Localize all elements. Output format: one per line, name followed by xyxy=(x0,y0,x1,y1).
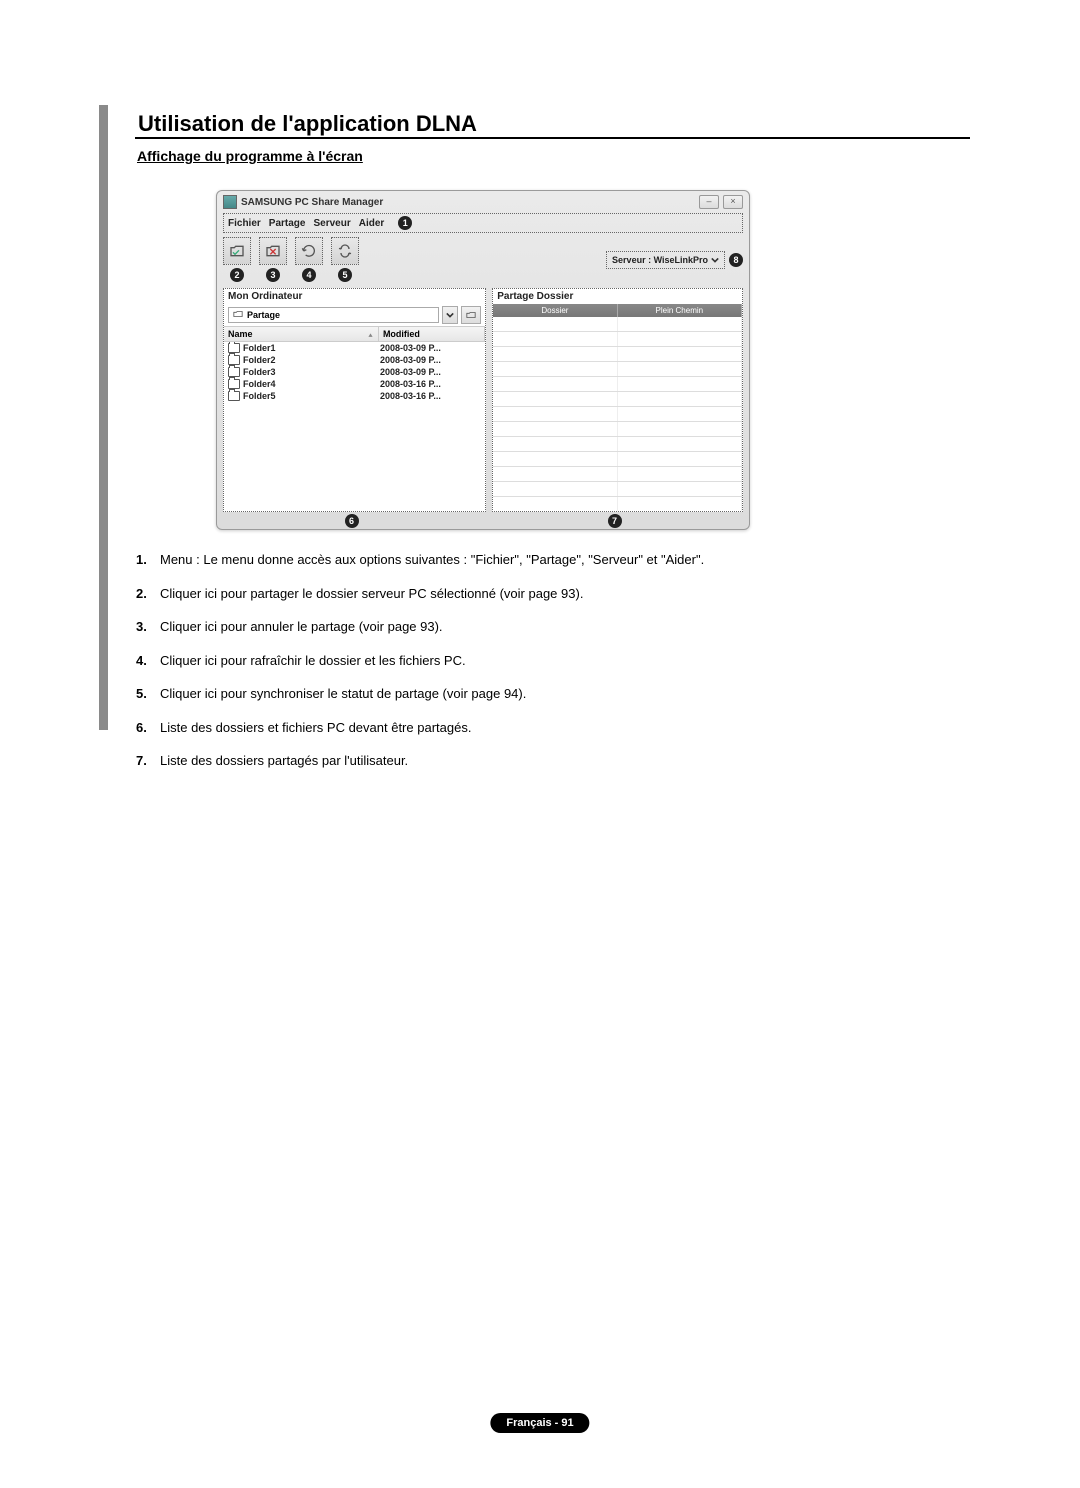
server-selector[interactable]: Serveur : WiseLinkPro xyxy=(606,251,725,269)
share-folder-button[interactable] xyxy=(223,237,251,265)
folder-list: Folder12008-03-09 P... Folder22008-03-09… xyxy=(224,342,485,511)
server-label: Serveur : WiseLinkPro xyxy=(612,255,708,265)
page-footer: Français - 91 xyxy=(490,1413,589,1433)
legend-list: 1.Menu : Le menu donne accès aux options… xyxy=(136,550,936,785)
folder-icon xyxy=(228,391,240,401)
table-row xyxy=(493,347,742,362)
share-folder-title: Partage Dossier xyxy=(493,289,742,304)
sync-button[interactable] xyxy=(331,237,359,265)
callout-5: 5 xyxy=(338,268,352,282)
legend-num: 4. xyxy=(136,651,160,671)
col-dossier[interactable]: Dossier xyxy=(493,304,617,317)
table-row xyxy=(493,362,742,377)
callout-2: 2 xyxy=(230,268,244,282)
my-computer-title: Mon Ordinateur xyxy=(224,289,485,304)
table-row xyxy=(493,452,742,467)
folder-open-icon xyxy=(233,309,243,321)
app-icon xyxy=(223,195,237,209)
dropdown-button[interactable] xyxy=(442,306,458,324)
table-row xyxy=(493,392,742,407)
share-table-body xyxy=(493,317,742,512)
col-modified-header[interactable]: Modified xyxy=(379,327,485,341)
table-row xyxy=(493,437,742,452)
callout-1: 1 xyxy=(398,216,412,230)
unshare-folder-button[interactable] xyxy=(259,237,287,265)
legend-text: Liste des dossiers et fichiers PC devant… xyxy=(160,718,936,738)
share-table-header: Dossier Plein Chemin xyxy=(493,304,742,317)
table-row xyxy=(493,482,742,497)
callout-8: 8 xyxy=(729,253,743,267)
list-item[interactable]: Folder42008-03-16 P... xyxy=(224,378,485,390)
list-item[interactable]: Folder22008-03-09 P... xyxy=(224,354,485,366)
menubar: Fichier Partage Serveur Aider 1 xyxy=(223,213,743,233)
title-rule xyxy=(135,137,970,139)
page-title: Utilisation de l'application DLNA xyxy=(138,111,477,137)
col-name-header[interactable]: Name xyxy=(224,327,379,341)
legend-num: 7. xyxy=(136,751,160,771)
partage-label: Partage xyxy=(247,310,280,320)
folder-icon xyxy=(228,343,240,353)
table-row xyxy=(493,407,742,422)
legend-text: Menu : Le menu donne accès aux options s… xyxy=(160,550,936,570)
folder-icon xyxy=(228,367,240,377)
list-item[interactable]: Folder52008-03-16 P... xyxy=(224,390,485,402)
col-plein-chemin[interactable]: Plein Chemin xyxy=(618,304,742,317)
table-row xyxy=(493,497,742,512)
callout-4: 4 xyxy=(302,268,316,282)
legend-text: Cliquer ici pour annuler le partage (voi… xyxy=(160,617,936,637)
legend-num: 3. xyxy=(136,617,160,637)
folder-up-button[interactable] xyxy=(461,306,481,324)
toolbar: 2 3 4 5 Serveur xyxy=(223,237,743,282)
menu-fichier[interactable]: Fichier xyxy=(228,218,261,229)
table-row xyxy=(493,467,742,482)
legend-num: 2. xyxy=(136,584,160,604)
table-row xyxy=(493,332,742,347)
section-bar xyxy=(99,105,108,730)
close-button[interactable]: × xyxy=(723,195,743,209)
list-item[interactable]: Folder12008-03-09 P... xyxy=(224,342,485,354)
window-title: SAMSUNG PC Share Manager xyxy=(241,197,383,208)
page-subtitle: Affichage du programme à l'écran xyxy=(137,148,363,164)
menu-aider[interactable]: Aider xyxy=(359,218,385,229)
my-computer-pane: Mon Ordinateur Partage Name xyxy=(223,288,486,512)
callout-6: 6 xyxy=(345,514,359,528)
partage-dropdown[interactable]: Partage xyxy=(228,307,439,323)
table-row xyxy=(493,317,742,332)
callout-7: 7 xyxy=(608,514,622,528)
legend-num: 6. xyxy=(136,718,160,738)
legend-text: Cliquer ici pour synchroniser le statut … xyxy=(160,684,936,704)
legend-text: Cliquer ici pour rafraîchir le dossier e… xyxy=(160,651,936,671)
legend-num: 5. xyxy=(136,684,160,704)
legend-num: 1. xyxy=(136,550,160,570)
list-item[interactable]: Folder32008-03-09 P... xyxy=(224,366,485,378)
refresh-button[interactable] xyxy=(295,237,323,265)
legend-text: Liste des dossiers partagés par l'utilis… xyxy=(160,751,936,771)
window-titlebar: SAMSUNG PC Share Manager – × xyxy=(217,191,749,211)
folder-icon xyxy=(228,355,240,365)
table-row xyxy=(493,377,742,392)
sort-asc-icon xyxy=(367,331,374,338)
callout-3: 3 xyxy=(266,268,280,282)
app-window: SAMSUNG PC Share Manager – × Fichier Par… xyxy=(216,190,750,530)
minimize-button[interactable]: – xyxy=(699,195,719,209)
table-row xyxy=(493,422,742,437)
list-header: Name Modified xyxy=(224,326,485,342)
folder-icon xyxy=(228,379,240,389)
chevron-down-icon xyxy=(711,256,719,264)
legend-text: Cliquer ici pour partager le dossier ser… xyxy=(160,584,936,604)
menu-serveur[interactable]: Serveur xyxy=(313,218,350,229)
share-folder-pane: Partage Dossier Dossier Plein Chemin xyxy=(492,288,743,512)
menu-partage[interactable]: Partage xyxy=(269,218,306,229)
